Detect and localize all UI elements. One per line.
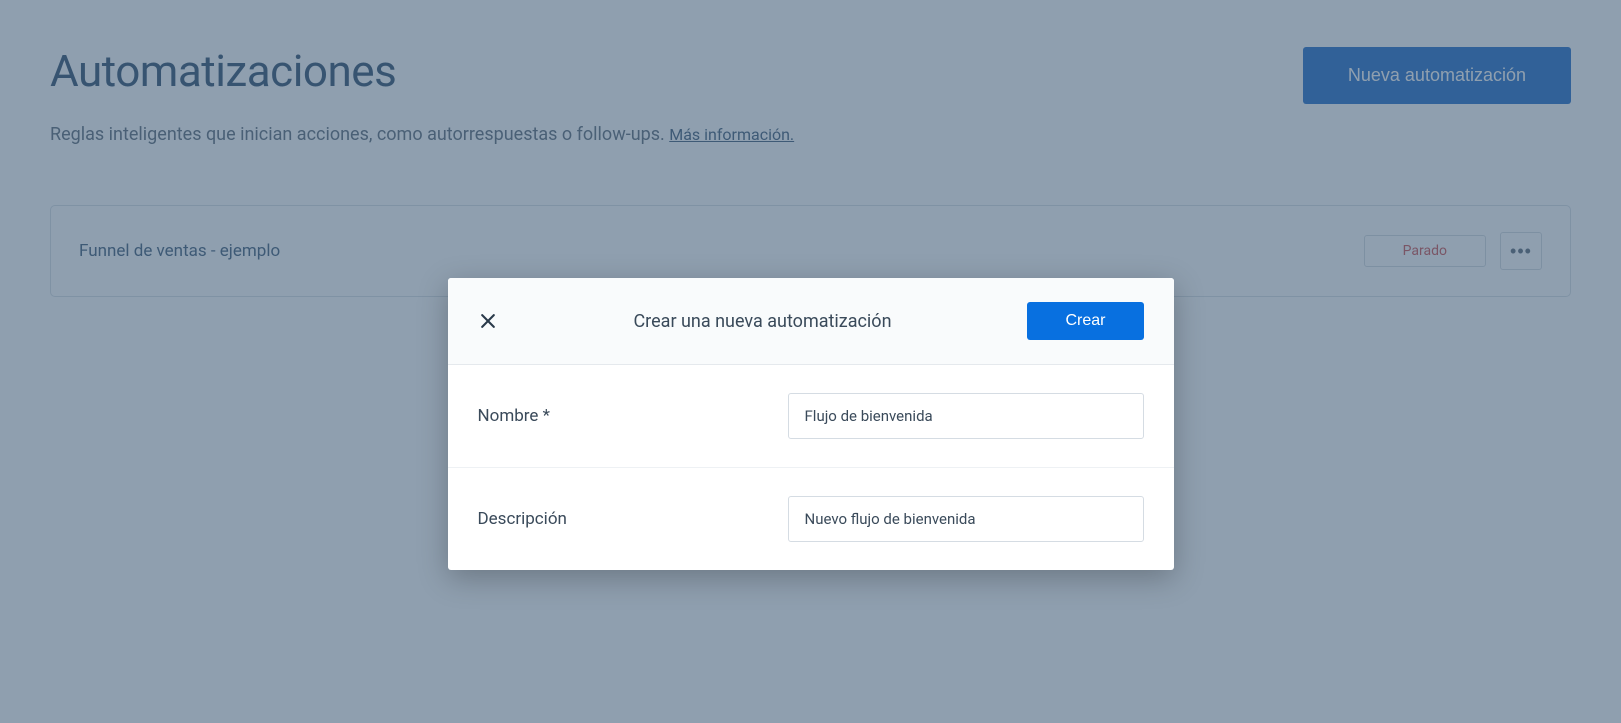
form-row-name: Nombre *	[448, 365, 1174, 468]
name-input[interactable]	[788, 393, 1144, 439]
description-label: Descripción	[478, 509, 788, 529]
create-button[interactable]: Crear	[1027, 302, 1143, 340]
description-input[interactable]	[788, 496, 1144, 542]
modal-title: Crear una nueva automatización	[498, 311, 1028, 332]
close-button[interactable]	[478, 311, 498, 331]
modal-header: Crear una nueva automatización Crear	[448, 278, 1174, 365]
form-row-description: Descripción	[448, 468, 1174, 570]
close-icon	[478, 311, 498, 331]
create-automation-modal: Crear una nueva automatización Crear Nom…	[448, 278, 1174, 570]
modal-body: Nombre * Descripción	[448, 365, 1174, 570]
name-label: Nombre *	[478, 406, 788, 426]
modal-overlay[interactable]: Crear una nueva automatización Crear Nom…	[0, 0, 1621, 723]
